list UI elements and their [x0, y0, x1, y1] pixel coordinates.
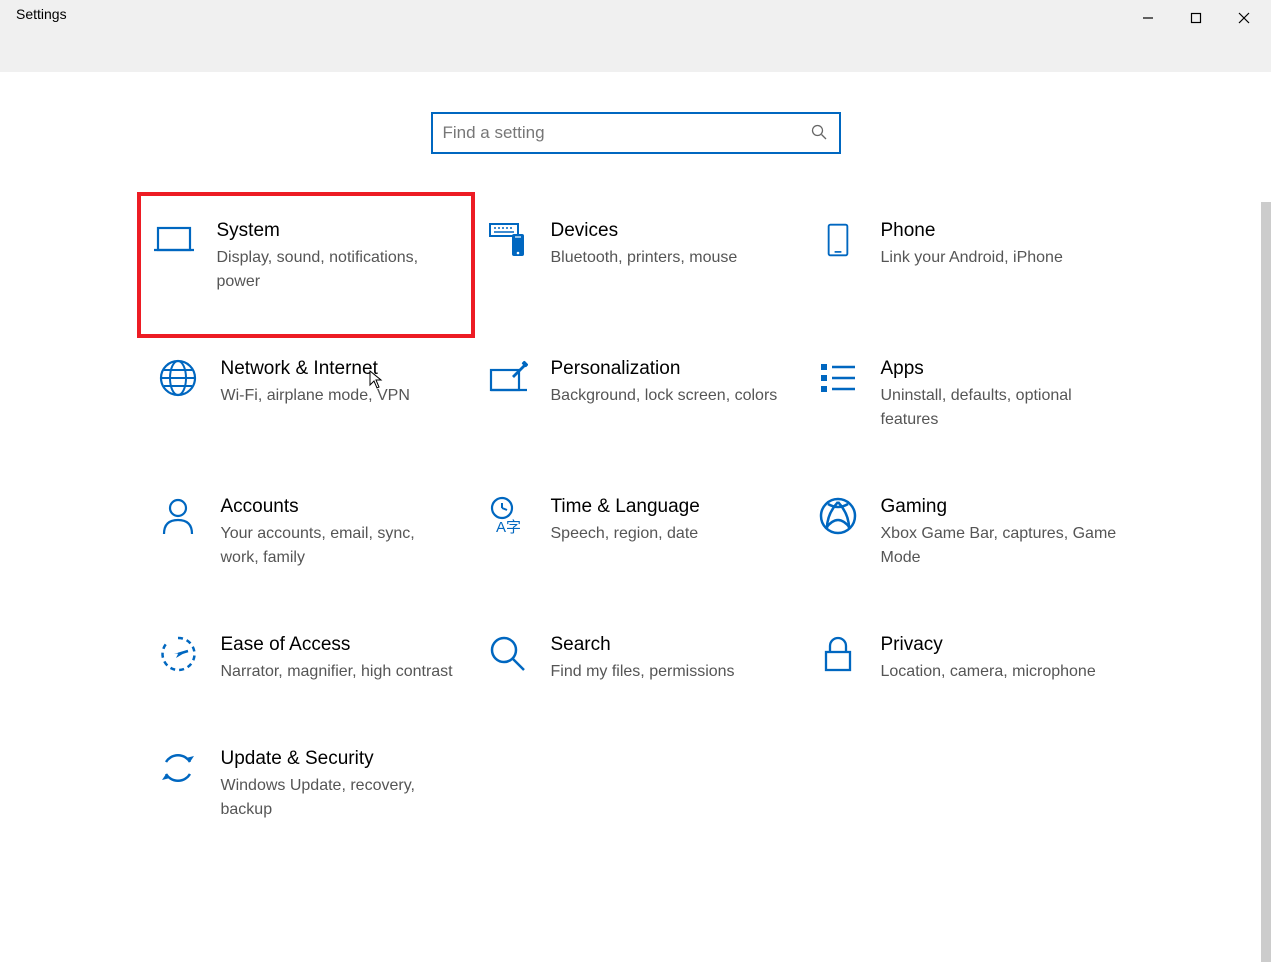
- brush-icon: [487, 358, 529, 400]
- category-title: Search: [551, 634, 787, 656]
- category-text: Apps Uninstall, defaults, optional featu…: [881, 358, 1127, 432]
- category-text: Ease of Access Narrator, magnifier, high…: [221, 634, 467, 684]
- category-text: Accounts Your accounts, email, sync, wor…: [221, 496, 467, 570]
- svg-text:A字: A字: [496, 519, 521, 536]
- category-desc: Display, sound, notifications, power: [217, 246, 461, 294]
- display-icon: [153, 220, 195, 262]
- ease-icon: [157, 634, 199, 676]
- search-icon: [811, 124, 829, 142]
- phone-icon: [817, 220, 859, 262]
- category-desc: Narrator, magnifier, high contrast: [221, 660, 457, 684]
- category-text: Phone Link your Android, iPhone: [881, 220, 1127, 270]
- category-title: Privacy: [881, 634, 1117, 656]
- category-desc: Wi-Fi, airplane mode, VPN: [221, 384, 457, 408]
- category-text: Privacy Location, camera, microphone: [881, 634, 1127, 684]
- category-text: Time & Language Speech, region, date: [551, 496, 797, 546]
- category-desc: Windows Update, recovery, backup: [221, 774, 457, 822]
- category-apps[interactable]: Apps Uninstall, defaults, optional featu…: [801, 350, 1131, 440]
- category-desc: Uninstall, defaults, optional features: [881, 384, 1117, 432]
- category-text: Devices Bluetooth, printers, mouse: [551, 220, 797, 270]
- category-desc: Find my files, permissions: [551, 660, 787, 684]
- category-text: Network & Internet Wi-Fi, airplane mode,…: [221, 358, 467, 408]
- category-title: Gaming: [881, 496, 1117, 518]
- sync-icon: [157, 748, 199, 790]
- category-title: Ease of Access: [221, 634, 457, 656]
- category-desc: Background, lock screen, colors: [551, 384, 787, 408]
- search-box[interactable]: [431, 112, 841, 154]
- category-gaming[interactable]: Gaming Xbox Game Bar, captures, Game Mod…: [801, 488, 1131, 578]
- category-title: Devices: [551, 220, 787, 242]
- window-controls: [1125, 4, 1271, 32]
- category-title: System: [217, 220, 461, 242]
- category-network[interactable]: Network & Internet Wi-Fi, airplane mode,…: [141, 350, 471, 440]
- category-search[interactable]: Search Find my files, permissions: [471, 626, 801, 692]
- xbox-icon: [817, 496, 859, 538]
- category-ease[interactable]: Ease of Access Narrator, magnifier, high…: [141, 626, 471, 692]
- category-phone[interactable]: Phone Link your Android, iPhone: [801, 212, 1131, 302]
- magnifier-icon: [487, 634, 529, 676]
- category-desc: Location, camera, microphone: [881, 660, 1117, 684]
- globe-icon: [157, 358, 199, 400]
- category-update[interactable]: Update & Security Windows Update, recove…: [141, 740, 471, 830]
- lock-icon: [817, 634, 859, 676]
- category-title: Network & Internet: [221, 358, 457, 380]
- window-title: Settings: [0, 4, 67, 22]
- keyboard-icon: [487, 220, 529, 262]
- category-title: Personalization: [551, 358, 787, 380]
- category-desc: Your accounts, email, sync, work, family: [221, 522, 457, 570]
- scrollbar[interactable]: [1261, 202, 1271, 962]
- category-accounts[interactable]: Accounts Your accounts, email, sync, wor…: [141, 488, 471, 578]
- category-system[interactable]: System Display, sound, notifications, po…: [137, 192, 475, 338]
- list-icon: [817, 358, 859, 400]
- category-desc: Speech, region, date: [551, 522, 787, 546]
- category-text: Update & Security Windows Update, recove…: [221, 748, 467, 822]
- category-text: System Display, sound, notifications, po…: [217, 220, 471, 294]
- category-title: Accounts: [221, 496, 457, 518]
- category-text: Gaming Xbox Game Bar, captures, Game Mod…: [881, 496, 1127, 570]
- category-desc: Bluetooth, printers, mouse: [551, 246, 787, 270]
- category-personalization[interactable]: Personalization Background, lock screen,…: [471, 350, 801, 440]
- category-title: Apps: [881, 358, 1117, 380]
- category-desc: Link your Android, iPhone: [881, 246, 1117, 270]
- maximize-button[interactable]: [1173, 4, 1219, 32]
- search-container: [0, 112, 1271, 154]
- category-text: Personalization Background, lock screen,…: [551, 358, 797, 408]
- search-input[interactable]: [443, 123, 811, 143]
- person-icon: [157, 496, 199, 538]
- category-title: Phone: [881, 220, 1117, 242]
- content-area: System Display, sound, notifications, po…: [0, 72, 1271, 971]
- category-title: Time & Language: [551, 496, 787, 518]
- categories-grid: System Display, sound, notifications, po…: [0, 212, 1271, 870]
- category-title: Update & Security: [221, 748, 457, 770]
- clock-language-icon: A字: [487, 496, 529, 538]
- category-devices[interactable]: Devices Bluetooth, printers, mouse: [471, 212, 801, 302]
- category-time[interactable]: A字 Time & Language Speech, region, date: [471, 488, 801, 578]
- titlebar: Settings: [0, 0, 1271, 72]
- minimize-button[interactable]: [1125, 4, 1171, 32]
- category-desc: Xbox Game Bar, captures, Game Mode: [881, 522, 1117, 570]
- category-privacy[interactable]: Privacy Location, camera, microphone: [801, 626, 1131, 692]
- category-text: Search Find my files, permissions: [551, 634, 797, 684]
- close-button[interactable]: [1221, 4, 1267, 32]
